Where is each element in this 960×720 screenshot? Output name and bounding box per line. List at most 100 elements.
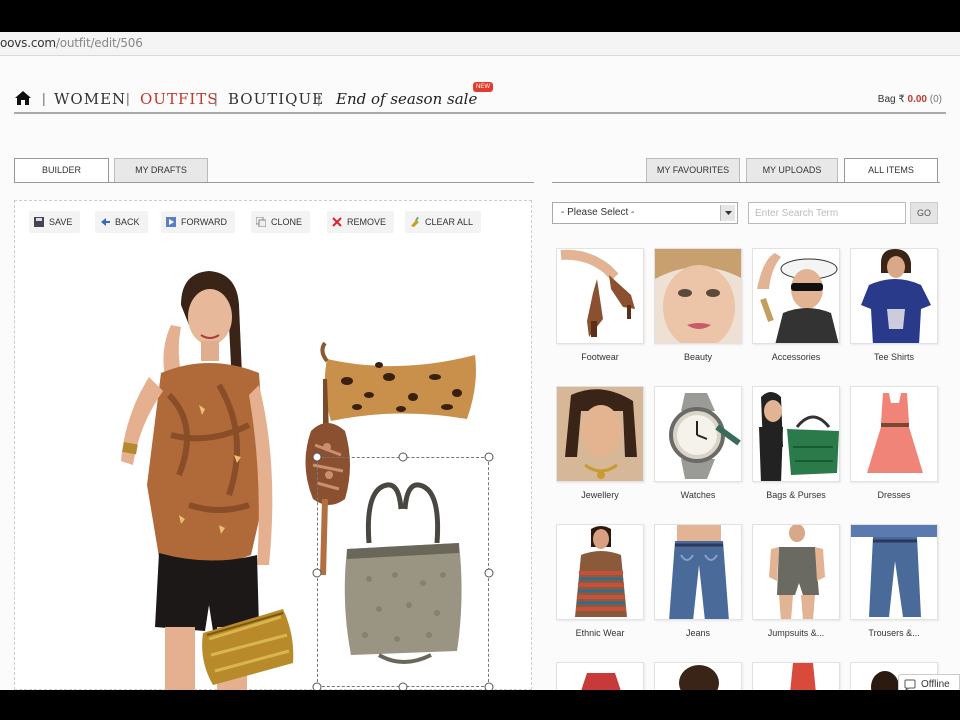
category-trousers[interactable]: Trousers &... <box>850 524 938 638</box>
clone-button[interactable]: CLONE <box>251 211 311 233</box>
dropdown-arrow[interactable] <box>720 205 735 221</box>
offline-chat-button[interactable]: Offline <box>898 674 960 690</box>
category-thumbnail <box>850 524 938 620</box>
forward-label: FORWARD <box>181 217 227 227</box>
save-button[interactable]: SAVE <box>29 211 81 233</box>
category-tee-shirts[interactable]: Tee Shirts <box>850 248 938 362</box>
clone-label: CLONE <box>271 217 303 227</box>
category-thumbnail <box>654 662 742 690</box>
trousers-icon <box>851 525 937 619</box>
back-button[interactable]: BACK <box>95 211 148 233</box>
category-label: Footwear <box>581 352 619 362</box>
category-thumbnail <box>654 248 742 344</box>
category-thumbnail <box>752 248 840 344</box>
clear-all-button[interactable]: CLEAR ALL <box>405 211 482 233</box>
category-jeans[interactable]: Jeans <box>654 524 742 638</box>
category-thumbnail <box>752 662 840 690</box>
category-label: Ethnic Wear <box>575 628 625 638</box>
category-ethnic-wear[interactable]: Ethnic Wear <box>556 524 644 638</box>
nav-women[interactable]: WOMEN <box>54 90 126 108</box>
category-beauty[interactable]: Beauty <box>654 248 742 362</box>
nav-separator: | <box>214 90 218 106</box>
remove-label: REMOVE <box>347 217 387 227</box>
back-label: BACK <box>115 217 140 227</box>
category-label: Dresses <box>877 490 911 500</box>
nav-separator: | <box>317 90 321 106</box>
category-thumbnail <box>556 386 644 482</box>
shopping-bag[interactable]: Bag ₹ 0.00 (0) <box>878 94 942 105</box>
category-select[interactable]: - Please Select - <box>552 202 738 224</box>
nav-end-of-season-sale[interactable]: End of season sale <box>336 90 477 108</box>
category-row4-item[interactable] <box>654 662 742 690</box>
browser-viewport: oovs.com/outfit/edit/506 | WOMEN | OUTFI… <box>0 32 960 690</box>
tab-all-items[interactable]: ALL ITEMS <box>844 158 938 182</box>
clear-all-label: CLEAR ALL <box>425 217 474 227</box>
nav-boutique[interactable]: BOUTIQUE <box>228 90 324 108</box>
broom-icon <box>411 217 419 227</box>
category-select-value: - Please Select - <box>561 207 635 218</box>
tab-my-favourites[interactable]: MY FAVOURITES <box>646 158 740 182</box>
forward-icon <box>166 217 176 227</box>
bag-icon <box>753 387 839 481</box>
nav-outfits[interactable]: OUTFITS <box>140 90 219 108</box>
face-icon <box>655 249 741 343</box>
category-thumbnail <box>556 524 644 620</box>
grey-handbag-item[interactable] <box>339 479 467 665</box>
offline-label: Offline <box>921 679 950 690</box>
video-letterbox-top <box>0 0 960 32</box>
outfit-builder-canvas[interactable]: SAVE BACK FORWARD CLONE REMOVE CLEAR ALL <box>14 200 532 690</box>
model-thumb-icon <box>655 663 741 690</box>
new-badge: NEW <box>473 82 493 92</box>
nav-divider <box>14 112 946 114</box>
back-icon <box>101 218 110 226</box>
remove-button[interactable]: REMOVE <box>327 211 395 233</box>
category-thumbnail <box>752 524 840 620</box>
category-label: Accessories <box>771 352 821 362</box>
save-icon <box>34 217 44 227</box>
chat-bubble-icon <box>904 679 916 690</box>
remove-icon <box>332 217 342 227</box>
kurti-icon <box>557 525 643 619</box>
jeans-icon <box>655 525 741 619</box>
category-jumpsuits[interactable]: Jumpsuits &... <box>752 524 840 638</box>
category-label: Jewellery <box>581 490 619 500</box>
category-row4-item[interactable] <box>556 662 644 690</box>
category-thumbnail <box>556 662 644 690</box>
address-bar[interactable]: oovs.com/outfit/edit/506 <box>0 32 960 56</box>
tab-my-drafts[interactable]: MY DRAFTS <box>114 158 208 182</box>
watch-icon <box>655 387 741 481</box>
jumpsuit-icon <box>753 525 839 619</box>
category-thumbnail <box>654 524 742 620</box>
category-jewellery[interactable]: Jewellery <box>556 386 644 500</box>
category-label: Jeans <box>685 628 711 638</box>
gold-clutch-item[interactable] <box>197 595 297 687</box>
save-label: SAVE <box>49 217 73 227</box>
category-label: Beauty <box>683 352 713 362</box>
url-text: oovs.com/outfit/edit/506 <box>0 36 143 50</box>
category-accessories[interactable]: Accessories <box>752 248 840 362</box>
category-watches[interactable]: Watches <box>654 386 742 500</box>
model-thumb-icon <box>557 663 643 690</box>
category-dresses[interactable]: Dresses <box>850 386 938 500</box>
tab-my-uploads[interactable]: MY UPLOADS <box>746 158 838 182</box>
video-letterbox-bottom <box>0 690 960 720</box>
category-row4-item[interactable] <box>752 662 840 690</box>
home-icon[interactable] <box>14 90 32 106</box>
category-footwear[interactable]: Footwear <box>556 248 644 362</box>
category-label: Tee Shirts <box>873 352 915 362</box>
bag-count: (0) <box>929 94 942 105</box>
item-browser-panel: - Please Select - GO Footwear <box>552 200 952 690</box>
category-thumbnail <box>850 386 938 482</box>
category-label: Trousers &... <box>868 628 920 638</box>
forward-button[interactable]: FORWARD <box>161 211 235 233</box>
category-thumbnail <box>654 386 742 482</box>
nav-separator: | <box>126 90 130 106</box>
model-thumb-icon <box>753 663 839 690</box>
tab-builder[interactable]: BUILDER <box>14 158 109 182</box>
go-button[interactable]: GO <box>910 202 938 224</box>
nav-separator: | <box>42 90 46 106</box>
category-bags-purses[interactable]: Bags & Purses <box>752 386 840 500</box>
search-input[interactable] <box>748 202 906 224</box>
category-thumbnail <box>752 386 840 482</box>
bag-label: Bag ₹ <box>877 94 905 105</box>
